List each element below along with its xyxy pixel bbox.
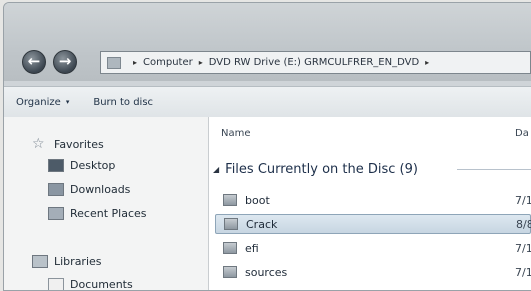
- chevron-right-icon: ▸: [133, 58, 138, 67]
- collapse-triangle-icon[interactable]: ◢: [213, 165, 219, 174]
- recent-places-icon: [48, 207, 64, 220]
- group-label: Files Currently on the Disc (9): [225, 161, 418, 177]
- computer-icon: [107, 56, 121, 69]
- address-bar[interactable]: ▸ Computer ▸ DVD RW Drive (E:) GRMCULFRE…: [100, 51, 531, 74]
- title-bar: ← → ▸ Computer ▸ DVD RW Drive (E:) GRMCU…: [4, 3, 531, 81]
- folder-icon: [223, 266, 237, 278]
- file-list-pane: Name Da ◢ Files Currently on the Disc (9…: [209, 117, 531, 290]
- sidebar-item-libraries[interactable]: Libraries: [32, 255, 102, 268]
- command-toolbar: Organize ▾ Burn to disc: [4, 86, 531, 118]
- documents-icon: [48, 278, 64, 290]
- sidebar-item-downloads[interactable]: Downloads: [48, 183, 130, 196]
- file-row-boot[interactable]: boot 7/1: [215, 190, 531, 210]
- sidebar-item-desktop[interactable]: Desktop: [48, 159, 115, 172]
- file-name: boot: [245, 193, 270, 207]
- column-header-date[interactable]: Da: [515, 128, 529, 139]
- sidebar-item-recent-places[interactable]: Recent Places: [48, 207, 147, 220]
- organize-button[interactable]: Organize ▾: [16, 97, 69, 108]
- file-date: 8/8: [516, 217, 531, 231]
- breadcrumb-dvd-drive[interactable]: DVD RW Drive (E:) GRMCULFRER_EN_DVD: [209, 57, 419, 68]
- back-button[interactable]: ←: [22, 50, 46, 74]
- sidebar-item-label: Libraries: [54, 255, 102, 268]
- file-row-sources[interactable]: sources 7/1: [215, 262, 531, 282]
- sidebar-item-favorites[interactable]: ☆ Favorites: [32, 137, 104, 151]
- burn-to-disc-label: Burn to disc: [93, 96, 154, 108]
- desktop-icon: [48, 159, 64, 172]
- star-icon: ☆: [32, 136, 45, 152]
- sidebar-item-label: Downloads: [70, 183, 131, 196]
- sidebar-item-label: Recent Places: [70, 207, 147, 220]
- group-header[interactable]: ◢ Files Currently on the Disc (9): [213, 159, 531, 179]
- burn-to-disc-button[interactable]: Burn to disc: [93, 97, 153, 108]
- folder-icon: [223, 194, 237, 206]
- back-arrow-icon: ←: [27, 52, 41, 70]
- file-date: 7/1: [515, 265, 531, 279]
- explorer-window: ← → ▸ Computer ▸ DVD RW Drive (E:) GRMCU…: [3, 2, 531, 291]
- column-header-row: Name Da: [209, 117, 531, 147]
- chevron-down-icon: ▾: [65, 98, 70, 106]
- navigation-pane: ☆ Favorites Desktop Downloads Recent Pla…: [4, 117, 209, 291]
- forward-button[interactable]: →: [53, 50, 77, 74]
- downloads-icon: [48, 183, 64, 196]
- breadcrumb-computer[interactable]: Computer: [143, 57, 193, 68]
- file-row-efi[interactable]: efi 7/1: [215, 238, 531, 258]
- forward-arrow-icon: →: [58, 52, 72, 70]
- file-name: efi: [245, 241, 259, 255]
- sidebar-item-documents[interactable]: Documents: [48, 278, 133, 291]
- column-header-name[interactable]: Name: [221, 128, 251, 139]
- group-divider: [457, 169, 531, 170]
- chevron-right-icon[interactable]: ▸: [425, 58, 429, 67]
- sidebar-item-label: Desktop: [70, 159, 116, 172]
- libraries-icon: [32, 255, 48, 268]
- folder-icon: [223, 242, 237, 254]
- file-date: 7/1: [515, 241, 531, 255]
- chevron-right-icon: ▸: [198, 58, 203, 67]
- file-date: 7/1: [515, 193, 531, 207]
- file-row-crack[interactable]: Crack 8/8: [215, 214, 531, 234]
- file-name: sources: [245, 265, 288, 279]
- sidebar-item-label: Favorites: [54, 137, 104, 151]
- organize-label: Organize: [16, 96, 61, 108]
- file-name: Crack: [246, 217, 278, 231]
- sidebar-item-label: Documents: [70, 278, 133, 291]
- folder-icon: [224, 218, 238, 230]
